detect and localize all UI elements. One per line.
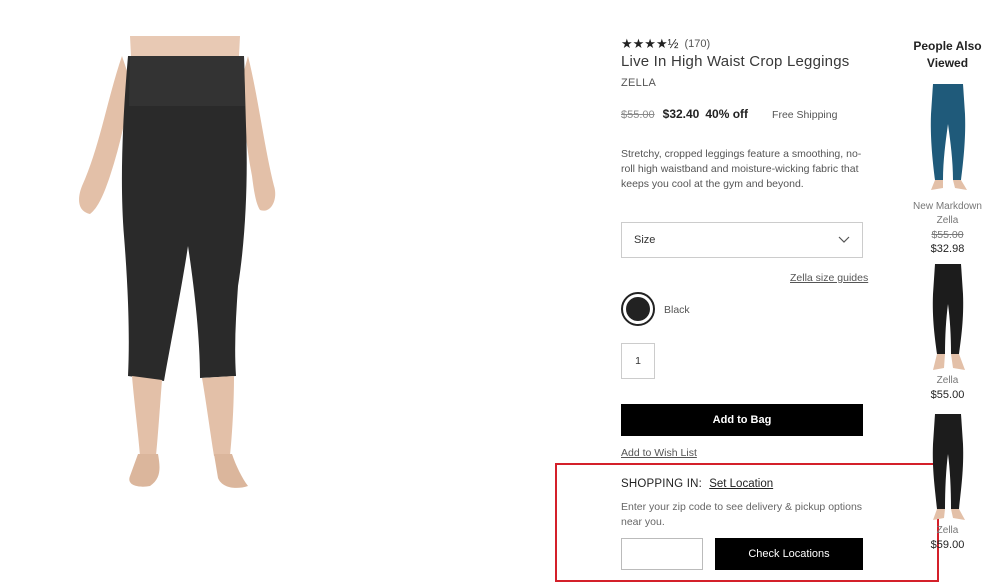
check-locations-button[interactable]: Check Locations <box>715 538 863 570</box>
pav-original-price: $55.00 <box>931 229 964 241</box>
pav-brand: Zella <box>936 525 959 536</box>
pav-price: $55.00 <box>930 389 965 401</box>
people-also-viewed-title: People Also Viewed <box>913 39 982 70</box>
pav-brand: Zella <box>936 215 959 226</box>
size-dropdown[interactable]: Size <box>621 222 863 258</box>
pav-price: $32.98 <box>930 243 965 255</box>
original-price: $55.00 <box>621 109 655 121</box>
product-description: Stretchy, cropped leggings feature a smo… <box>621 148 862 190</box>
pav-item[interactable]: Zella $59.00 <box>905 414 990 552</box>
shipping-label: Free Shipping <box>772 109 838 121</box>
pav-item[interactable]: New Markdown Zella $55.00 $32.98 <box>905 84 990 256</box>
pav-item-image[interactable] <box>923 264 973 372</box>
chevron-down-icon <box>838 236 850 243</box>
add-to-wishlist-link[interactable]: Add to Wish List <box>621 447 697 459</box>
size-dropdown-label: Size <box>634 234 656 246</box>
color-name: Black <box>664 304 690 316</box>
set-location-link[interactable]: Set Location <box>709 478 773 490</box>
shopping-in-label: SHOPPING IN: <box>621 478 702 490</box>
zip-code-input[interactable] <box>621 538 703 570</box>
pav-badge: New Markdown <box>913 201 982 212</box>
review-count[interactable]: (170) <box>684 38 710 50</box>
pav-item-image[interactable] <box>923 414 973 522</box>
pav-brand: Zella <box>936 375 959 386</box>
sale-price: $32.40 <box>662 107 700 121</box>
quantity-field[interactable]: 1 <box>621 343 655 379</box>
rating-stars: ★★★★½ <box>621 36 679 51</box>
zip-help-text: Enter your zip code to see delivery & pi… <box>621 501 863 528</box>
price-row: $55.00 $32.40 40% off Free Shipping <box>621 107 837 121</box>
color-swatch-black[interactable] <box>621 292 655 326</box>
pav-item[interactable]: Zella $55.00 <box>905 264 990 402</box>
add-to-bag-button[interactable]: Add to Bag <box>621 404 863 436</box>
discount-label: 40% off <box>705 107 749 121</box>
pav-item-image[interactable] <box>923 84 973 192</box>
product-image <box>60 36 330 506</box>
shopping-in: SHOPPING IN: Set Location <box>621 478 773 490</box>
size-guide-link[interactable]: Zella size guides <box>790 272 868 284</box>
rating[interactable]: ★★★★½ (170) <box>621 37 710 51</box>
color-swatch-fill <box>626 297 650 321</box>
product-title: Live In High Waist Crop Leggings <box>621 53 850 70</box>
product-brand[interactable]: ZELLA <box>621 77 656 89</box>
pav-price: $59.00 <box>930 539 965 551</box>
